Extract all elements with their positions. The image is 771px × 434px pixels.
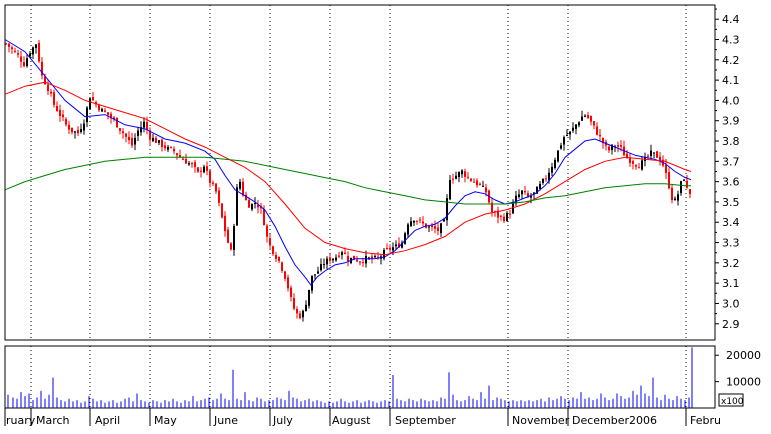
candle-28 [89, 97, 91, 110]
month-label-9: December2006 [572, 414, 657, 427]
price-ytick-label-10: 3.9 [722, 115, 740, 128]
price-ytick-label-8: 3.7 [722, 155, 740, 168]
candle-37 [116, 117, 118, 128]
volume-ytick-label-1: 20000 [726, 349, 761, 362]
price-ytick-label-12: 4.1 [722, 74, 740, 87]
month-label-4: June [213, 414, 238, 427]
month-label-2: April [95, 414, 120, 427]
price-axis: 2.9 3.0 3.1 3.2 3.3 3.4 3.5 3.6 3.7 3.8 3.9 4.0 4.1 4… [715, 8, 740, 331]
month-label-7: September [395, 414, 456, 427]
price-ytick-label-9: 3.8 [722, 135, 740, 148]
month-label-8: November [512, 414, 570, 427]
chart-svg: 2.9 3.0 3.1 3.2 3.3 3.4 3.5 3.6 3.7 3.8 3.9 4.0 4.1 4… [4, 4, 761, 427]
price-ytick-label-15: 4.4 [722, 13, 740, 26]
price-ytick-label-0: 2.9 [722, 318, 740, 331]
volume-scale-label: x100 [721, 397, 744, 407]
candle-101 [308, 289, 310, 309]
volume-ytick-label-0: 10000 [726, 376, 761, 389]
month-label-3: May [154, 414, 177, 427]
price-ytick-label-7: 3.6 [722, 176, 740, 189]
month-label-6: August [332, 414, 371, 427]
volume-panel-frame [4, 345, 716, 409]
price-ytick-label-1: 3.0 [722, 297, 740, 310]
candle-11 [38, 40, 40, 63]
month-label-5: July [272, 414, 293, 427]
price-ytick-label-11: 4.0 [722, 94, 740, 107]
month-label-1: March [36, 414, 70, 427]
price-ytick-label-3: 3.2 [722, 257, 740, 270]
candle-217 [656, 150, 658, 158]
month-label-10: Febru [690, 414, 721, 427]
volume-axis: 10000 20000 [715, 349, 761, 389]
price-ytick-label-5: 3.4 [722, 216, 740, 229]
price-ytick-label-14: 4.3 [722, 34, 740, 47]
price-ytick-label-13: 4.2 [722, 54, 740, 67]
candle-184 [557, 150, 559, 163]
price-ytick-label-4: 3.3 [722, 237, 740, 250]
price-ytick-label-6: 3.5 [722, 196, 740, 209]
candle-72 [221, 202, 223, 219]
candle-133 [404, 231, 406, 245]
month-axis: ruary March April May June July August Septembe… [4, 408, 721, 427]
price-ytick-label-2: 3.1 [722, 277, 740, 290]
stock-chart: 2.9 3.0 3.1 3.2 3.3 3.4 3.5 3.6 3.7 3.8 3.9 4.0 4.1 4… [0, 0, 771, 430]
price-panel-frame [4, 4, 716, 341]
